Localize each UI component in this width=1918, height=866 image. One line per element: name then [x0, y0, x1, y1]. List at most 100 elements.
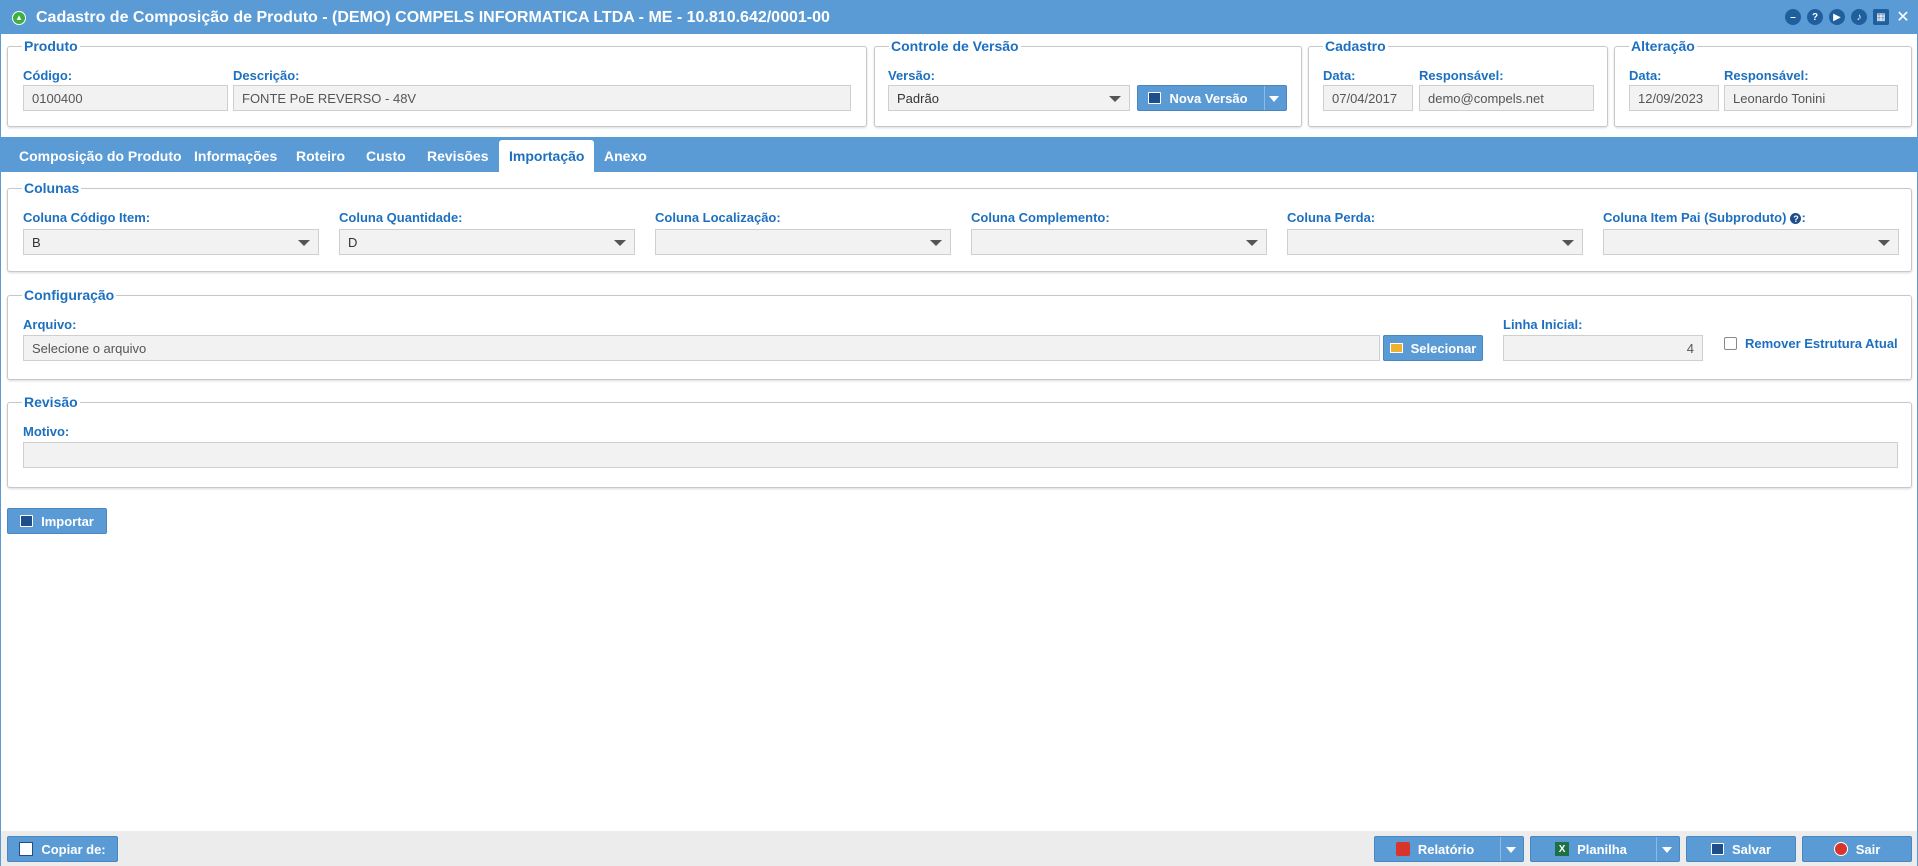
coluna-complemento-label: Coluna Complemento:: [971, 210, 1110, 225]
nova-versao-button[interactable]: Nova Versão: [1137, 85, 1287, 111]
coluna-item-pai-label-text: Coluna Item Pai (Subproduto): [1603, 210, 1787, 225]
alteracao-legend: Alteração: [1629, 38, 1697, 54]
alteracao-data-field[interactable]: 12/09/2023: [1629, 85, 1719, 111]
arquivo-field[interactable]: Selecione o arquivo: [23, 335, 1380, 361]
window-title: Cadastro de Composição de Produto - (DEM…: [36, 8, 830, 26]
produto-group: Produto Código: 0100400 Descrição: FONTE…: [7, 38, 867, 127]
alteracao-data-label: Data:: [1629, 68, 1662, 83]
app-icon: ▴: [12, 10, 26, 25]
coluna-complemento-select[interactable]: [971, 229, 1267, 255]
coluna-quantidade-value: D: [348, 234, 358, 250]
selecionar-button[interactable]: Selecionar: [1383, 335, 1483, 361]
colunas-group: Colunas Coluna Código Item: B Coluna Qua…: [7, 180, 1912, 272]
chevron-down-icon: [614, 240, 626, 246]
coluna-codigo-label: Coluna Código Item:: [23, 210, 151, 225]
coluna-quantidade-label: Coluna Quantidade:: [339, 210, 463, 225]
calendar-icon[interactable]: ▦: [1873, 9, 1889, 25]
save-icon: [20, 515, 34, 527]
alteracao-resp-field[interactable]: Leonardo Tonini: [1724, 85, 1898, 111]
versao-select[interactable]: Padrão: [888, 85, 1130, 111]
linha-inicial-field[interactable]: 4: [1503, 335, 1703, 361]
alteracao-resp-label: Responsável:: [1724, 68, 1809, 83]
colunas-legend: Colunas: [22, 180, 82, 196]
cadastro-group: Cadastro Data: 07/04/2017 Responsável: d…: [1308, 38, 1608, 127]
bell-icon[interactable]: ♪: [1851, 9, 1867, 25]
chevron-down-icon: [1246, 240, 1258, 246]
coluna-item-pai-label: Coluna Item Pai (Subproduto)?:: [1603, 210, 1806, 225]
help-icon[interactable]: ?: [1790, 213, 1802, 225]
copiar-de-button[interactable]: Copiar de:: [7, 836, 118, 862]
versao-group: Controle de Versão Versão: Padrão Nova V…: [874, 38, 1302, 127]
cadastro-resp-field[interactable]: demo@compels.net: [1419, 85, 1594, 111]
chevron-down-icon: [1878, 240, 1890, 246]
title-bar-icons: – ? ▶ ♪ ▦ ✕: [1785, 9, 1911, 26]
importar-label: Importar: [41, 513, 94, 529]
coluna-quantidade-select[interactable]: D: [339, 229, 635, 255]
help-icon[interactable]: ?: [1807, 9, 1823, 25]
motivo-field[interactable]: [23, 442, 1898, 468]
main-window: ▴ Cadastro de Composição de Produto - (D…: [0, 0, 1918, 866]
planilha-dropdown-icon[interactable]: [1662, 847, 1672, 853]
tab-anexo[interactable]: Anexo: [604, 140, 647, 172]
sair-label: Sair: [1855, 841, 1881, 857]
relatorio-dropdown-icon[interactable]: [1506, 847, 1516, 853]
selecionar-label: Selecionar: [1410, 340, 1477, 356]
chevron-down-icon: [930, 240, 942, 246]
chevron-down-icon: [298, 240, 310, 246]
coluna-localizacao-label: Coluna Localização:: [655, 210, 781, 225]
codigo-label: Código:: [23, 68, 73, 83]
versao-legend: Controle de Versão: [889, 38, 1021, 54]
remover-estrutura-label[interactable]: Remover Estrutura Atual: [1745, 336, 1898, 351]
chevron-down-icon: [1562, 240, 1574, 246]
tab-importacao[interactable]: Importação: [499, 140, 595, 172]
coluna-codigo-select[interactable]: B: [23, 229, 319, 255]
bottom-toolbar: Copiar de: Relatório X Planilha Salvar S…: [1, 831, 1917, 866]
relatorio-label: Relatório: [1417, 841, 1475, 857]
revisao-group: Revisão Motivo:: [7, 394, 1912, 488]
coluna-localizacao-select[interactable]: [655, 229, 951, 255]
copy-icon: [19, 842, 34, 856]
revisao-legend: Revisão: [22, 394, 80, 410]
tab-composicao[interactable]: Composição do Produto: [19, 140, 182, 172]
exit-icon: [1833, 842, 1848, 856]
close-icon[interactable]: ✕: [1895, 9, 1911, 26]
cadastro-data-field[interactable]: 07/04/2017: [1323, 85, 1413, 111]
sair-button[interactable]: Sair: [1802, 836, 1912, 862]
descricao-field[interactable]: FONTE PoE REVERSO - 48V: [233, 85, 851, 111]
tab-custo[interactable]: Custo: [366, 140, 406, 172]
remover-estrutura-checkbox[interactable]: [1724, 337, 1737, 350]
nova-versao-dropdown-icon[interactable]: [1269, 96, 1279, 102]
coluna-codigo-value: B: [32, 234, 41, 250]
coluna-perda-label: Coluna Perda:: [1287, 210, 1376, 225]
chevron-down-icon: [1109, 96, 1121, 102]
configuracao-legend: Configuração: [22, 287, 117, 303]
coluna-item-pai-select[interactable]: [1603, 229, 1899, 255]
importar-button[interactable]: Importar: [7, 508, 107, 534]
play-icon[interactable]: ▶: [1829, 9, 1845, 25]
tab-roteiro[interactable]: Roteiro: [296, 140, 345, 172]
minimize-icon[interactable]: –: [1785, 9, 1801, 25]
save-icon: [1148, 92, 1162, 104]
pdf-icon: [1395, 842, 1410, 856]
relatorio-button[interactable]: Relatório: [1374, 836, 1524, 862]
copiar-de-label: Copiar de:: [41, 841, 106, 857]
linha-inicial-label: Linha Inicial:: [1503, 317, 1583, 332]
versao-select-value: Padrão: [897, 90, 939, 106]
planilha-button[interactable]: X Planilha: [1530, 836, 1680, 862]
salvar-button[interactable]: Salvar: [1686, 836, 1796, 862]
cadastro-legend: Cadastro: [1323, 38, 1388, 54]
nova-versao-label: Nova Versão: [1169, 90, 1248, 106]
arquivo-label: Arquivo:: [23, 317, 77, 332]
descricao-label: Descrição:: [233, 68, 300, 83]
planilha-label: Planilha: [1577, 841, 1627, 857]
tab-bar: Composição do Produto Informações Roteir…: [1, 137, 1917, 172]
coluna-item-pai-label-suffix: :: [1801, 210, 1806, 225]
coluna-perda-select[interactable]: [1287, 229, 1583, 255]
folder-icon: [1389, 343, 1403, 353]
alteracao-group: Alteração Data: 12/09/2023 Responsável: …: [1614, 38, 1912, 127]
codigo-field[interactable]: 0100400: [23, 85, 228, 111]
cadastro-data-label: Data:: [1323, 68, 1356, 83]
tab-informacoes[interactable]: Informações: [194, 140, 277, 172]
cadastro-resp-label: Responsável:: [1419, 68, 1504, 83]
tab-revisoes[interactable]: Revisões: [427, 140, 488, 172]
